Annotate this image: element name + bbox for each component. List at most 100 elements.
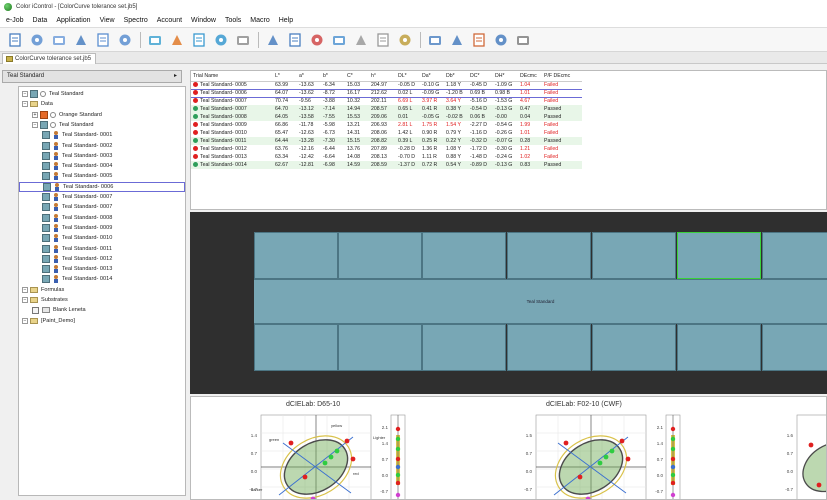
tree-item[interactable]: − Formulas [22,285,64,295]
standard-selector[interactable]: Teal Standard ▸ [2,70,182,83]
trial-color-tile[interactable] [254,324,338,371]
tree-item[interactable]: − Substrates [22,295,68,305]
column-header[interactable]: DH* [493,71,518,82]
menu-spectro[interactable]: Spectro [124,17,148,24]
table-row[interactable]: Teal Standard- 0007 70.74 -9.56 -3.88 10.32 2… [191,97,582,105]
open-icon[interactable] [28,31,45,48]
tree-item[interactable]: Teal Standard- 0012 [42,254,112,264]
report-icon[interactable] [448,31,465,48]
color-wheel-2-icon[interactable] [330,31,347,48]
expand-toggle-icon[interactable]: + [32,111,38,118]
table-row[interactable]: Teal Standard- 0012 63.76 -12.16 -6.44 13.76… [191,145,582,153]
trial-point[interactable] [302,474,308,480]
tree-item[interactable]: − Data [22,99,53,109]
collapse-toggle-icon[interactable]: − [22,317,28,324]
trial-point[interactable] [808,442,814,448]
tree-item[interactable]: − [Paint_Demo] [22,316,75,326]
dropdown-arrow-icon[interactable]: ▸ [174,71,177,82]
trial-color-tile[interactable] [422,324,506,371]
print-preview-icon[interactable] [72,31,89,48]
menu-account[interactable]: Account [157,17,182,24]
trial-point[interactable] [328,454,334,460]
tree-item[interactable]: Teal Standard- 0009 [42,223,112,233]
trial-point[interactable] [609,448,615,454]
trial-color-tile[interactable] [592,232,676,279]
trial-color-tile[interactable] [422,232,506,279]
tree-item[interactable]: Teal Standard- 0003 [42,151,112,161]
table-row[interactable]: Teal Standard- 0011 64.44 -13.28 -7.30 15.15… [191,137,582,145]
document-tab[interactable]: ColorCurve tolerance set.jb5 [2,53,97,64]
standard-color-band[interactable]: Teal Standard [254,279,827,324]
column-header[interactable]: P/F DEcmc [542,71,582,82]
column-header[interactable]: DC* [468,71,493,82]
table-row[interactable]: Teal Standard- 0006 64.07 -13.62 -8.72 16.17… [191,88,582,98]
table-row[interactable]: Teal Standard- 0008 64.05 -13.58 -7.55 15.53… [191,113,582,121]
column-header[interactable]: L* [273,71,297,82]
color-wheel-icon[interactable] [308,31,325,48]
table-row[interactable]: Teal Standard- 0010 65.47 -12.63 -6.73 14.31… [191,129,582,137]
menu-application[interactable]: Application [56,17,90,24]
tree-item[interactable]: Teal Standard- 0007 [42,202,112,212]
column-header[interactable]: h° [369,71,396,82]
lightness-point[interactable] [395,426,401,432]
trial-point[interactable] [288,440,294,446]
trial-point[interactable] [597,460,603,466]
tree-item[interactable]: − Teal Standard [22,89,84,99]
tree-item[interactable]: Teal Standard- 0004 [42,161,112,171]
print-icon[interactable] [94,31,111,48]
trial-point[interactable] [350,456,356,462]
new-job-icon[interactable] [6,31,23,48]
trial-color-tile[interactable] [507,232,591,279]
trial-point[interactable] [625,456,631,462]
trial-color-tile[interactable] [592,324,676,371]
tree-item[interactable]: + Orange Standard [32,110,102,120]
refresh-icon[interactable] [212,31,229,48]
chart-icon[interactable] [426,31,443,48]
tree-item[interactable]: Teal Standard- 0001 [42,130,112,140]
compare-icon[interactable] [264,31,281,48]
lightness-point[interactable] [395,464,401,470]
menu-macro[interactable]: Macro [250,17,269,24]
measure-icon[interactable] [190,31,207,48]
tree-item[interactable]: Teal Standard- 0010 [42,233,112,243]
trial-point[interactable] [816,482,822,488]
column-header[interactable]: DL* [396,71,420,82]
trial-color-tile[interactable] [677,232,761,279]
trial-point[interactable] [344,438,350,444]
lightness-point[interactable] [670,492,676,498]
check-icon[interactable] [146,31,163,48]
tree-item[interactable]: Teal Standard- 0011 [42,244,112,254]
column-header[interactable]: Da* [420,71,444,82]
lightness-point[interactable] [670,426,676,432]
collapse-toggle-icon[interactable]: − [22,297,28,303]
compare-2-icon[interactable] [286,31,303,48]
palette-icon[interactable] [470,31,487,48]
collapse-toggle-icon[interactable]: − [22,286,28,293]
trial-point[interactable] [603,454,609,460]
trial-point[interactable] [619,438,625,444]
column-header[interactable]: Db* [444,71,468,82]
collapse-toggle-icon[interactable]: − [22,101,28,108]
lightness-point[interactable] [670,480,676,486]
lightness-point[interactable] [395,446,401,452]
tree-item[interactable]: Teal Standard- 0013 [42,264,112,274]
tree-item[interactable]: Teal Standard- 0008 [42,213,112,223]
column-header[interactable]: DEcmc [518,71,542,82]
table-row[interactable]: Teal Standard- 0013 63.34 -12.42 -6.64 14.08… [191,153,582,161]
stats-icon[interactable] [514,31,531,48]
document-icon[interactable] [492,31,509,48]
menu-e-job[interactable]: e-Job [6,17,24,24]
lightness-point[interactable] [670,446,676,452]
lightness-point[interactable] [395,480,401,486]
column-header[interactable]: b* [321,71,345,82]
table-row[interactable]: Teal Standard- 0005 63.99 -13.63 -6.34 15.03… [191,81,582,89]
table-row[interactable]: Teal Standard- 0009 66.86 -11.78 -5.98 13.21… [191,121,582,129]
lightness-point[interactable] [670,464,676,470]
color-dots-2-icon[interactable] [374,31,391,48]
tree-item[interactable]: Teal Standard- 0007 [42,192,112,202]
collapse-toggle-icon[interactable]: − [22,91,28,97]
menu-view[interactable]: View [100,17,115,24]
home-icon[interactable] [50,31,67,48]
lightness-point[interactable] [395,492,401,498]
lightness-point[interactable] [670,456,676,462]
